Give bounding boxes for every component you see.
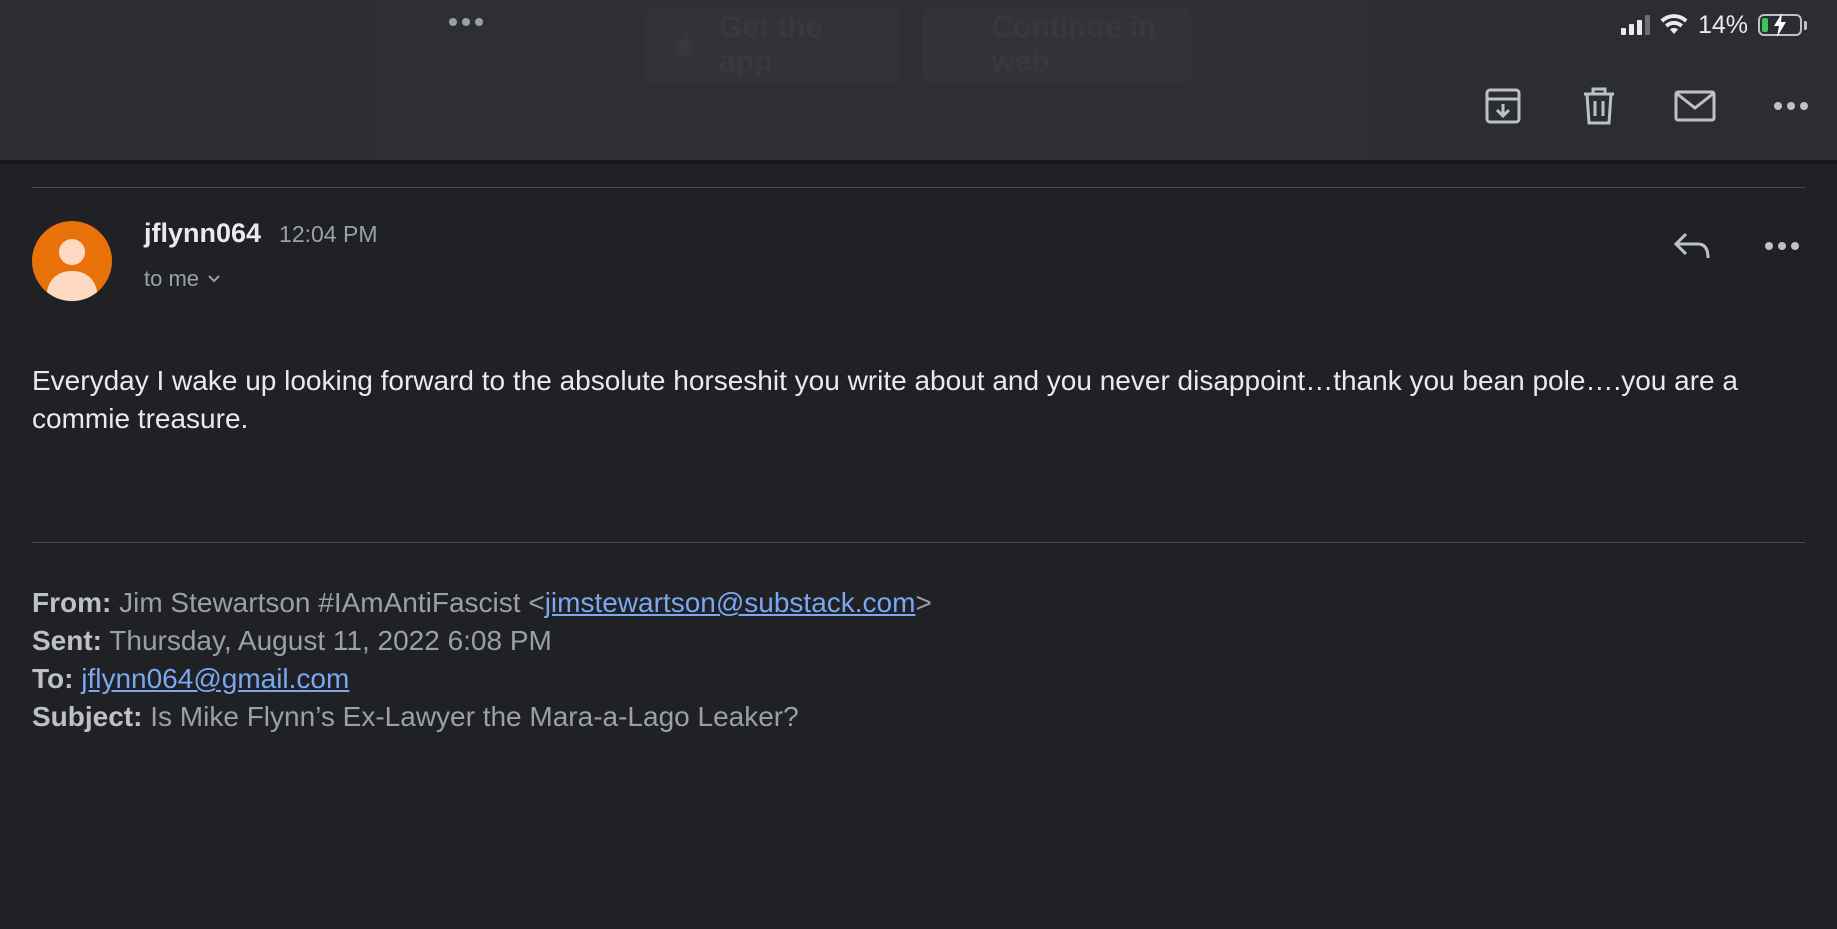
message-more-button[interactable] <box>1758 224 1806 268</box>
more-icon <box>1765 242 1799 250</box>
from-name: Jim Stewartson #IAmAntiFascist < <box>119 587 545 618</box>
status-bar: 14% <box>1620 10 1807 40</box>
sent-label: Sent: <box>32 625 102 656</box>
delete-button[interactable] <box>1573 82 1625 130</box>
battery-cap <box>1804 20 1807 30</box>
trash-icon <box>1584 87 1614 125</box>
quoted-subject-row: Subject: Is Mike Flynn’s Ex-Lawyer the M… <box>32 698 932 736</box>
message-time: 12:04 PM <box>279 221 378 247</box>
quoted-sent-row: Sent: Thursday, August 11, 2022 6:08 PM <box>32 622 932 660</box>
quoted-header: From: Jim Stewartson #IAmAntiFascist <ji… <box>32 584 932 736</box>
archive-icon <box>1485 88 1521 124</box>
get-app-label: Get the app <box>719 11 823 78</box>
apple-icon <box>675 34 694 57</box>
avatar[interactable] <box>32 221 112 301</box>
from-close: > <box>915 587 932 618</box>
chevron-down-icon <box>208 275 220 283</box>
top-bar: Get the app Continue in web 14% <box>0 0 1837 161</box>
battery-charging-icon <box>1758 13 1802 37</box>
quoted-from-row: From: Jim Stewartson #IAmAntiFascist <ji… <box>32 584 932 622</box>
message-toolbar <box>1477 82 1817 130</box>
more-button[interactable] <box>1765 82 1817 130</box>
divider <box>32 187 1805 188</box>
more-icon <box>1774 102 1808 110</box>
menu-icon <box>951 39 968 51</box>
quoted-to-row: To: jflynn064@gmail.com <box>32 660 932 698</box>
person-icon <box>46 239 98 301</box>
battery-percent: 14% <box>1697 10 1748 39</box>
reply-icon <box>1673 232 1710 259</box>
from-email-link[interactable]: jimstewartson@substack.com <box>545 587 916 618</box>
email-screen: Get the app Continue in web 14% jflynn06… <box>0 0 1837 929</box>
recipient-toggle[interactable]: to me <box>144 266 221 292</box>
ellipsis-icon[interactable] <box>449 18 483 26</box>
to-label: To: <box>32 663 74 694</box>
mark-unread-button[interactable] <box>1669 82 1721 130</box>
subject-label: Subject: <box>32 701 143 732</box>
subject-value: Is Mike Flynn’s Ex-Lawyer the Mara-a-Lag… <box>150 701 799 732</box>
quoted-divider <box>32 542 1805 543</box>
reply-button[interactable] <box>1668 224 1716 268</box>
wifi-icon <box>1660 14 1688 34</box>
archive-button[interactable] <box>1477 82 1529 130</box>
to-email-link[interactable]: jflynn064@gmail.com <box>81 663 349 694</box>
from-label: From: <box>32 587 112 618</box>
sent-value: Thursday, August 11, 2022 6:08 PM <box>109 625 552 656</box>
continue-web-button: Continue in web <box>922 7 1192 83</box>
sender-info: jflynn064 12:04 PM <box>144 218 378 249</box>
message-body: Everyday I wake up looking forward to th… <box>32 365 1738 434</box>
sender-name[interactable]: jflynn064 <box>144 218 261 249</box>
get-app-button: Get the app <box>645 7 900 83</box>
continue-web-label: Continue in web <box>991 11 1157 78</box>
signal-icon <box>1620 15 1650 35</box>
mark-unread-icon <box>1674 90 1716 122</box>
recipient-label: to me <box>144 266 200 291</box>
